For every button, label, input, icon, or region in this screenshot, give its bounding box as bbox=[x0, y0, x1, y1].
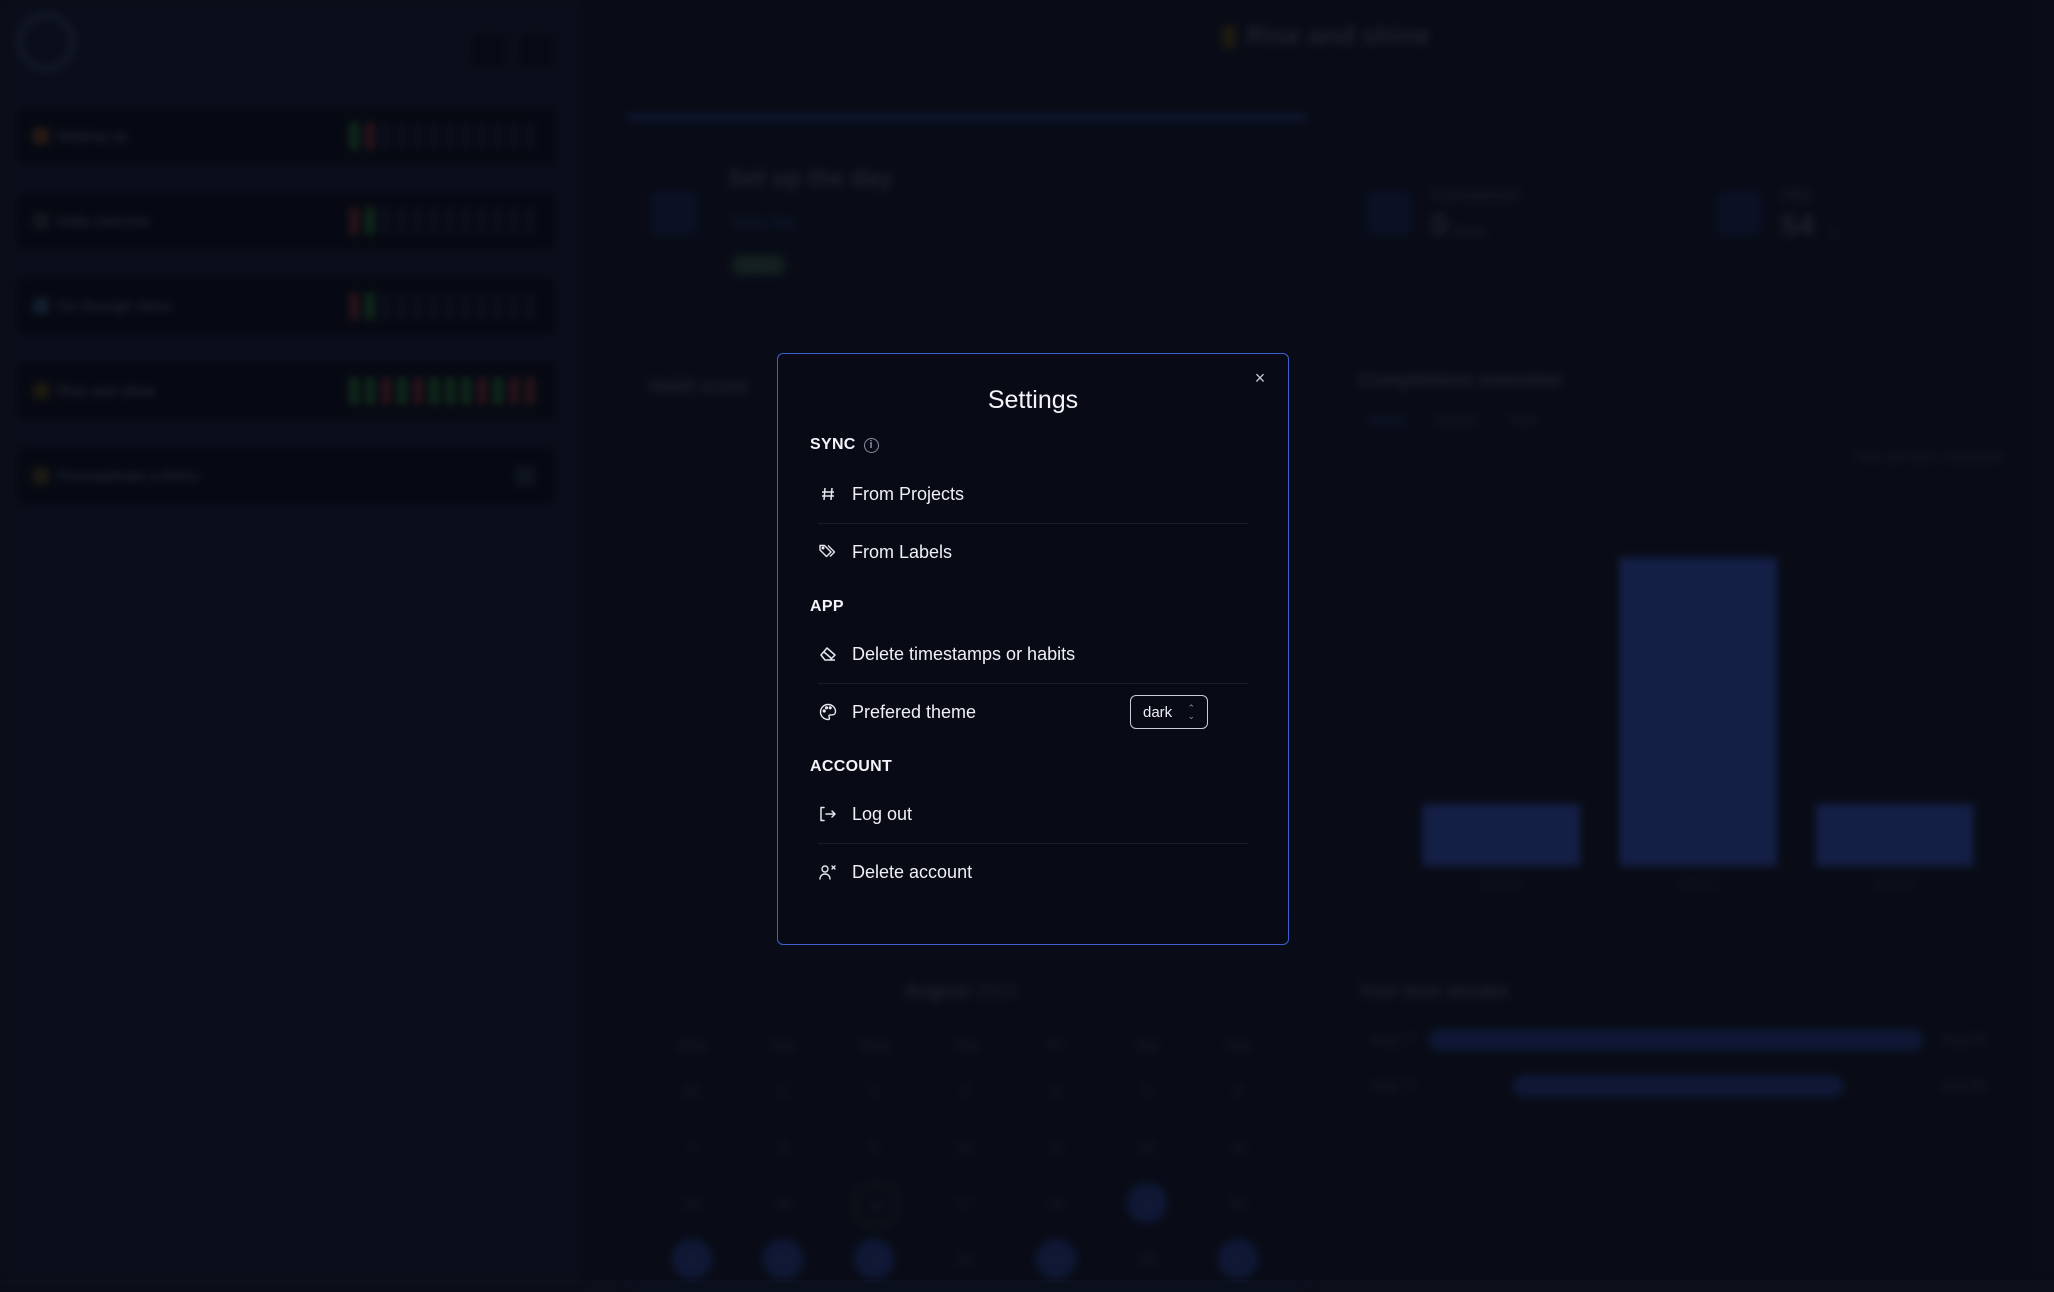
section-app: APP bbox=[810, 598, 844, 616]
row-label: Log out bbox=[852, 803, 913, 824]
sync-from-projects[interactable]: From Projects bbox=[818, 466, 1248, 522]
sync-from-labels[interactable]: From Labels bbox=[818, 524, 1248, 580]
preferred-theme: Prefered theme dark ⌃ ⌄ bbox=[818, 684, 1248, 740]
modal-title: Settings bbox=[987, 386, 1079, 414]
hash-icon bbox=[818, 484, 838, 504]
close-icon[interactable]: × bbox=[1250, 368, 1270, 388]
section-account: ACCOUNT bbox=[810, 758, 892, 776]
row-label: Prefered theme bbox=[852, 701, 977, 722]
eraser-icon bbox=[818, 644, 838, 664]
user-x-icon bbox=[818, 862, 838, 882]
log-out[interactable]: Log out bbox=[818, 786, 1248, 842]
theme-select-value: dark bbox=[1143, 703, 1173, 721]
section-sync: SYNC i bbox=[810, 436, 879, 454]
row-label: Delete timestamps or habits bbox=[852, 643, 1076, 664]
chevron-up-down-icon: ⌃ ⌄ bbox=[1187, 703, 1195, 721]
info-icon[interactable]: i bbox=[863, 437, 879, 453]
section-heading: APP bbox=[810, 598, 844, 615]
theme-select[interactable]: dark ⌃ ⌄ bbox=[1130, 695, 1208, 729]
section-heading: ACCOUNT bbox=[810, 758, 893, 775]
logout-icon bbox=[818, 804, 838, 824]
row-label: Delete account bbox=[852, 861, 973, 882]
tags-icon bbox=[818, 542, 838, 562]
settings-modal: × Settings SYNC i From Projects From Lab… bbox=[777, 353, 1289, 945]
palette-icon bbox=[818, 702, 838, 722]
row-label: From Labels bbox=[852, 541, 953, 562]
row-label: From Projects bbox=[852, 483, 965, 504]
delete-account[interactable]: Delete account bbox=[818, 844, 1248, 900]
section-heading: SYNC bbox=[810, 436, 856, 453]
delete-timestamps[interactable]: Delete timestamps or habits bbox=[818, 626, 1248, 682]
